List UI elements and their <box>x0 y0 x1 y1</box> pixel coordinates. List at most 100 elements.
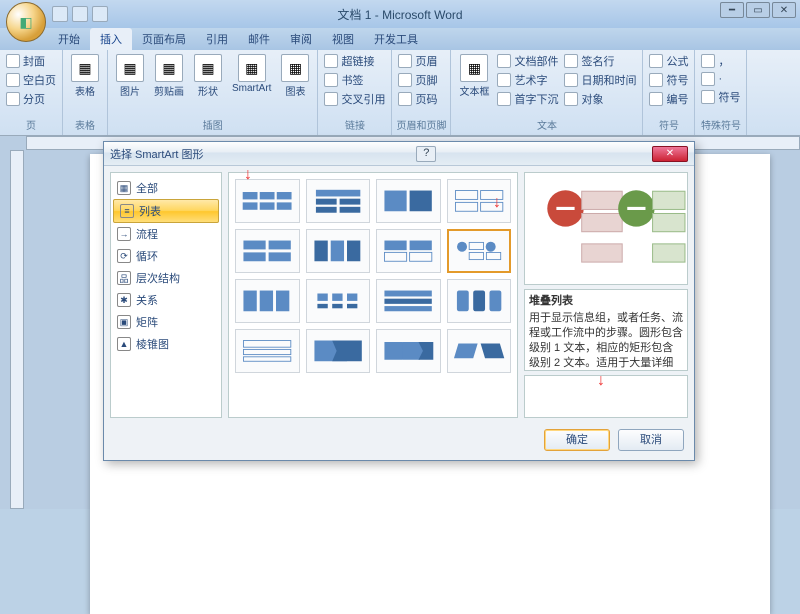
tab-视图[interactable]: 视图 <box>322 28 364 50</box>
ribbon-pageno-button[interactable]: 页码 <box>396 90 439 108</box>
grid-icon: ▦ <box>71 54 99 82</box>
shapes-icon: ▦ <box>194 54 222 82</box>
ribbon-wordart-button[interactable]: 艺术字 <box>495 71 560 89</box>
category-icon: → <box>117 227 131 241</box>
ribbon-cover-button[interactable]: 封面 <box>4 52 58 70</box>
textbox-icon: ▦ <box>460 54 488 82</box>
smartart-thumb-8[interactable] <box>235 279 300 323</box>
ribbon-group-表格: ▦表格表格 <box>63 50 108 135</box>
smartart-thumb-11[interactable] <box>447 279 512 323</box>
dialog-help-button[interactable]: ? <box>416 146 436 162</box>
ribbon-group-文本: ▦文本框文档部件艺术字首字下沉 签名行日期和时间对象文本 <box>451 50 643 135</box>
category-层次结构[interactable]: 品层次结构 <box>111 267 221 289</box>
symbol-icon <box>649 73 663 87</box>
ribbon-s2-button[interactable]: · <box>699 71 742 87</box>
ribbon-equation-button[interactable]: 公式 <box>647 52 690 70</box>
ribbon-datetime-button[interactable]: 日期和时间 <box>562 71 638 89</box>
smartart-thumb-3[interactable] <box>447 179 512 223</box>
ribbon-textbox-button[interactable]: ▦文本框 <box>455 52 493 100</box>
equation-icon <box>649 54 663 68</box>
ribbon-s3-button[interactable]: 符号 <box>699 88 742 106</box>
ribbon-clipart-button[interactable]: ▦剪贴画 <box>150 52 188 100</box>
cover-icon <box>6 54 20 68</box>
tab-页面布局[interactable]: 页面布局 <box>132 28 196 50</box>
dialog-close-button[interactable]: ✕ <box>652 146 688 162</box>
qat-redo-icon[interactable] <box>92 6 108 22</box>
category-icon: 品 <box>117 271 131 285</box>
category-棱锥图[interactable]: ▲棱锥图 <box>111 333 221 355</box>
ribbon-group-特殊符号: ，·符号特殊符号 <box>695 50 747 135</box>
s2-icon <box>701 72 715 86</box>
smartart-thumb-12[interactable] <box>235 329 300 373</box>
tab-审阅[interactable]: 审阅 <box>280 28 322 50</box>
smartart-thumb-1[interactable] <box>306 179 371 223</box>
ribbon-sigline-button[interactable]: 签名行 <box>562 52 638 70</box>
ruler-vertical[interactable] <box>10 150 24 509</box>
group-label: 链接 <box>322 116 387 133</box>
smartart-thumb-2[interactable] <box>376 179 441 223</box>
tab-开发工具[interactable]: 开发工具 <box>364 28 428 50</box>
qat-save-icon[interactable] <box>52 6 68 22</box>
category-循环[interactable]: ⟳循环 <box>111 245 221 267</box>
ribbon-smartart-button[interactable]: ▦SmartArt <box>228 52 275 96</box>
category-矩阵[interactable]: ▣矩阵 <box>111 311 221 333</box>
cancel-button[interactable]: 取消 <box>618 429 684 451</box>
ribbon-symbol-button[interactable]: 符号 <box>647 71 690 89</box>
ribbon-bookmark-button[interactable]: 书签 <box>322 71 387 89</box>
ribbon-group-页: 封面空白页分页页 <box>0 50 63 135</box>
ribbon-chart-button[interactable]: ▦图表 <box>277 52 313 100</box>
smartart-thumb-4[interactable] <box>235 229 300 273</box>
group-label: 页 <box>4 116 58 133</box>
smartart-thumb-9[interactable] <box>306 279 371 323</box>
ribbon-footer-button[interactable]: 页脚 <box>396 71 439 89</box>
dialog-titlebar[interactable]: 选择 SmartArt 图形 ? ✕ <box>104 142 694 166</box>
smartart-thumb-7[interactable] <box>447 229 512 273</box>
category-icon: ▦ <box>117 181 131 195</box>
ribbon-s1-button[interactable]: ， <box>699 52 742 70</box>
smartart-thumb-0[interactable] <box>235 179 300 223</box>
ribbon-number-button[interactable]: 编号 <box>647 90 690 108</box>
category-icon: ≡ <box>120 204 134 218</box>
ribbon-parts-button[interactable]: 文档部件 <box>495 52 560 70</box>
footer-icon <box>398 73 412 87</box>
smartart-thumb-10[interactable] <box>376 279 441 323</box>
category-关系[interactable]: ✱关系 <box>111 289 221 311</box>
object-icon <box>564 92 578 106</box>
category-流程[interactable]: →流程 <box>111 223 221 245</box>
smartart-thumb-14[interactable] <box>376 329 441 373</box>
qat-undo-icon[interactable] <box>72 6 88 22</box>
tab-引用[interactable]: 引用 <box>196 28 238 50</box>
tab-邮件[interactable]: 邮件 <box>238 28 280 50</box>
tab-插入[interactable]: 插入 <box>90 28 132 50</box>
picture-icon: ▦ <box>116 54 144 82</box>
group-label: 文本 <box>455 116 638 133</box>
ok-button[interactable]: 确定 <box>544 429 610 451</box>
preview-pane: 堆叠列表 用于显示信息组，或者任务、流程或工作流中的步骤。圆形包含级别 1 文本… <box>524 172 688 418</box>
smartart-thumb-15[interactable] <box>447 329 512 373</box>
category-list: ▦全部≡列表→流程⟳循环品层次结构✱关系▣矩阵▲棱锥图 <box>110 172 222 418</box>
ribbon-shapes-button[interactable]: ▦形状 <box>190 52 226 100</box>
parts-icon <box>497 54 511 68</box>
ribbon-hyperlink-button[interactable]: 超链接 <box>322 52 387 70</box>
minimize-button[interactable]: ━ <box>720 2 744 18</box>
clipart-icon: ▦ <box>155 54 183 82</box>
ribbon-picture-button[interactable]: ▦图片 <box>112 52 148 100</box>
ribbon-grid-button[interactable]: ▦表格 <box>67 52 103 100</box>
ribbon-crossref-button[interactable]: 交叉引用 <box>322 90 387 108</box>
smartart-thumb-13[interactable] <box>306 329 371 373</box>
ribbon-blank-button[interactable]: 空白页 <box>4 71 58 89</box>
ribbon-dropcap-button[interactable]: 首字下沉 <box>495 90 560 108</box>
tab-开始[interactable]: 开始 <box>48 28 90 50</box>
ribbon-header-button[interactable]: 页眉 <box>396 52 439 70</box>
maximize-button[interactable]: ▭ <box>746 2 770 18</box>
smartart-thumb-6[interactable] <box>376 229 441 273</box>
smartart-thumb-5[interactable] <box>306 229 371 273</box>
category-列表[interactable]: ≡列表 <box>113 199 219 223</box>
ribbon-break-button[interactable]: 分页 <box>4 90 58 108</box>
office-button[interactable]: ◧ <box>6 2 46 42</box>
smartart-gallery <box>228 172 518 418</box>
close-button[interactable]: ✕ <box>772 2 796 18</box>
category-全部[interactable]: ▦全部 <box>111 177 221 199</box>
ribbon-object-button[interactable]: 对象 <box>562 90 638 108</box>
bookmark-icon <box>324 73 338 87</box>
